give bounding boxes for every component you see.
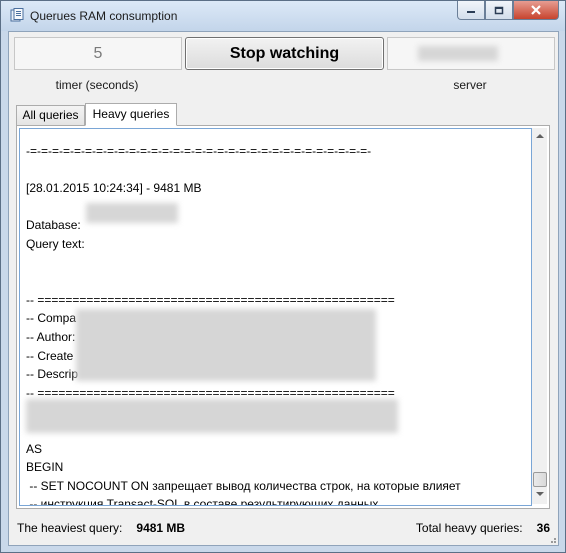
- maximize-icon: [494, 6, 504, 14]
- vertical-scrollbar[interactable]: [532, 128, 547, 504]
- total-label: Total heavy queries:: [415, 521, 523, 535]
- title-bar[interactable]: Querues RAM consumption: [1, 1, 565, 31]
- stop-watching-button[interactable]: Stop watching: [185, 37, 384, 70]
- close-button[interactable]: [513, 1, 559, 20]
- server-input[interactable]: [387, 37, 555, 70]
- tab-panel: -=-=-=-=-=-=-=-=-=-=-=-=-=-=-=-=-=-=-=-=…: [16, 125, 550, 509]
- window-controls: [457, 1, 559, 20]
- heaviest-label: The heaviest query:: [17, 521, 123, 535]
- resize-grip-icon[interactable]: [547, 534, 557, 544]
- scroll-thumb[interactable]: [533, 472, 547, 487]
- window-title: Querues RAM consumption: [30, 9, 178, 23]
- status-heaviest: The heaviest query: 9481 MB: [17, 521, 185, 535]
- tab-heavy-queries[interactable]: Heavy queries: [85, 103, 177, 126]
- heaviest-value: 9481 MB: [136, 521, 186, 535]
- app-window: Querues RAM consumption 5 Stop watching …: [0, 0, 566, 553]
- app-icon: [10, 8, 24, 22]
- procedure-name-redacted: [26, 399, 398, 433]
- scroll-up-icon[interactable]: [536, 134, 544, 138]
- scroll-down-icon[interactable]: [536, 492, 544, 496]
- minimize-icon: [467, 11, 475, 13]
- minimize-button[interactable]: [457, 1, 485, 20]
- client-area: 5 Stop watching timer (seconds) server A…: [8, 31, 559, 546]
- close-icon: [531, 5, 541, 15]
- total-value: 36: [536, 521, 550, 535]
- server-value-redacted: [418, 46, 498, 61]
- database-name-redacted: [86, 203, 178, 223]
- maximize-button[interactable]: [485, 1, 513, 20]
- status-total: Total heavy queries: 36: [416, 521, 550, 535]
- timer-input[interactable]: 5: [14, 37, 182, 70]
- server-label: server: [453, 78, 487, 92]
- header-comment-redacted: [76, 309, 376, 381]
- tab-all-queries[interactable]: All queries: [16, 105, 85, 126]
- timer-label: timer (seconds): [55, 78, 139, 92]
- query-text-area[interactable]: -=-=-=-=-=-=-=-=-=-=-=-=-=-=-=-=-=-=-=-=…: [19, 128, 532, 506]
